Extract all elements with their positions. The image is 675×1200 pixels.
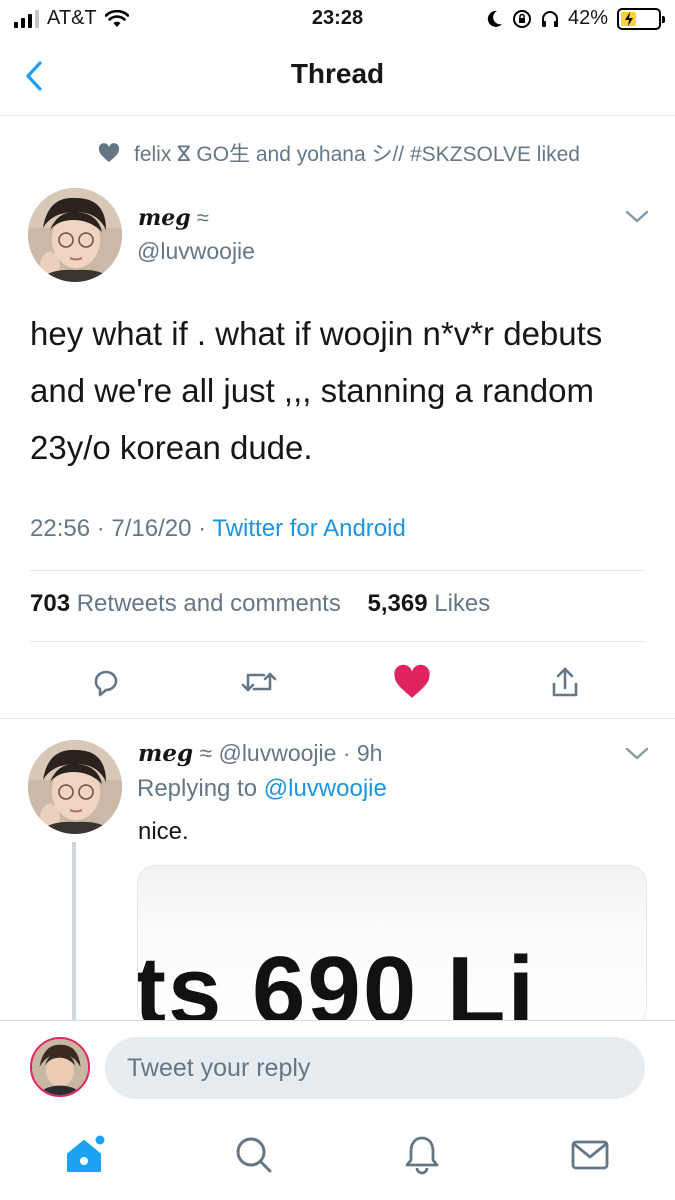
reply-options-button[interactable]: [623, 744, 651, 764]
tab-bar: [0, 1115, 675, 1200]
replying-to: Replying to @luvwoojie: [137, 775, 387, 803]
social-context[interactable]: felix ⴵ GO生 and yohana シ// #SKZSOLVE lik…: [98, 138, 580, 168]
divider: [0, 718, 675, 719]
status-right: 42%: [487, 7, 665, 30]
tweet-date: 7/16/20: [111, 515, 192, 542]
compose-bar: Tweet your reply: [0, 1020, 675, 1115]
headphones-icon: [541, 10, 558, 27]
divider: [30, 641, 645, 642]
like-button[interactable]: [390, 660, 434, 704]
home-icon[interactable]: [62, 1133, 106, 1177]
author-name-row: meg ≈: [138, 205, 209, 231]
likes-label: Likes: [434, 590, 491, 617]
tweet-meta: 22:56 · 7/16/20 · Twitter for Android: [30, 515, 406, 542]
retweet-button[interactable]: [237, 660, 281, 704]
retweets-count: 703: [30, 590, 71, 617]
divider: [30, 570, 645, 571]
avatar-photo: [28, 188, 122, 282]
reply-button[interactable]: [84, 660, 128, 704]
status-bar: AT&T 23:28 42%: [0, 0, 675, 40]
tweet-options-button[interactable]: [623, 207, 651, 227]
avatar-photo: [28, 740, 122, 834]
messages-icon[interactable]: [568, 1133, 612, 1177]
likes-count: 5,369: [367, 590, 428, 617]
reply-avatar[interactable]: [28, 740, 122, 834]
retweets-stat[interactable]: 703 Retweets and comments: [30, 590, 341, 617]
author-name-suffix: ≈: [196, 205, 209, 230]
nav-bar: Thread: [0, 40, 675, 116]
share-button[interactable]: [543, 660, 587, 704]
replying-to-handle[interactable]: @luvwoojie: [264, 775, 387, 802]
reply-input[interactable]: Tweet your reply: [105, 1037, 645, 1099]
reply-icon: [94, 670, 118, 697]
battery-percent: 42%: [567, 7, 608, 29]
tweet-actions: [0, 660, 675, 708]
likes-stat[interactable]: 5,369 Likes: [368, 590, 491, 617]
reply-text: nice.: [138, 818, 189, 845]
reply-author-suffix: ≈: [199, 740, 213, 766]
share-icon: [552, 667, 578, 697]
retweet-icon: [241, 672, 277, 692]
tweet-time: 22:56: [30, 515, 91, 542]
tweet-text: hey what if . what if woojin n*v*r debut…: [30, 315, 603, 466]
tweet-source-link[interactable]: Twitter for Android: [212, 515, 405, 542]
thread-line: [72, 842, 76, 1022]
engagement-counts: 703 Retweets and comments 5,369 Likes: [30, 590, 490, 618]
retweets-label: Retweets and comments: [76, 590, 341, 617]
heart-filled-icon: [394, 664, 430, 698]
notifications-icon[interactable]: [400, 1133, 444, 1177]
moon-icon: [487, 10, 502, 27]
reply-time: 9h: [356, 740, 383, 766]
media-image-text: ts 690 Li: [137, 937, 537, 1025]
replying-to-label: Replying to: [137, 775, 258, 802]
reply-media-image[interactable]: ts 690 Li: [137, 865, 647, 1025]
reply-input-placeholder: Tweet your reply: [127, 1053, 311, 1082]
battery-fill: [621, 11, 637, 26]
reply-header: meg ≈ @luvwoojie · 9h: [138, 740, 383, 767]
avatar[interactable]: [28, 188, 122, 282]
battery-icon: [617, 7, 665, 30]
heart-icon: [98, 143, 120, 163]
reply-author-handle[interactable]: @luvwoojie: [218, 740, 336, 766]
search-icon[interactable]: [232, 1133, 276, 1177]
author-name[interactable]: meg: [138, 205, 191, 231]
my-avatar[interactable]: [30, 1037, 90, 1097]
reply-author-name[interactable]: meg: [138, 740, 193, 767]
page-title: Thread: [290, 58, 385, 89]
rotation-lock-icon: [512, 9, 531, 28]
avatar-photo: [32, 1039, 88, 1095]
social-context-text: felix ⴵ GO生 and yohana シ// #SKZSOLVE lik…: [134, 143, 580, 166]
author-handle[interactable]: @luvwoojie: [137, 238, 255, 265]
